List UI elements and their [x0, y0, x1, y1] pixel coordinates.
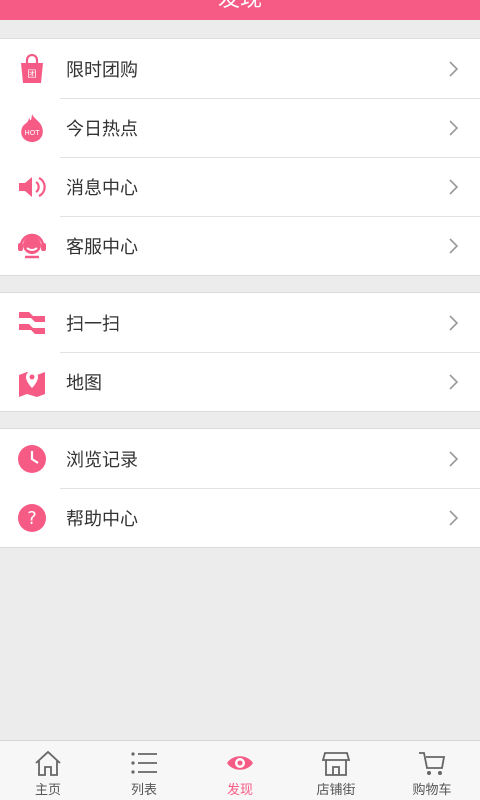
chevron-right-icon — [446, 314, 462, 331]
svg-text:?: ? — [27, 508, 37, 529]
menu-group-2: 扫一扫 地图 — [0, 292, 480, 412]
menu-item-label: 地图 — [66, 372, 102, 394]
bottom-tab-bar: 主页 列表 发现 店铺街 购物车 — [0, 740, 480, 800]
menu-item-group-buy[interactable]: 团 限时团购 — [0, 39, 480, 98]
menu-item-label: 限时团购 — [66, 59, 138, 81]
menu-item-history[interactable]: 浏览记录 — [0, 429, 480, 488]
tab-label: 列表 — [130, 783, 157, 798]
page-title: 发现 — [0, 0, 480, 14]
chevron-right-icon — [446, 60, 462, 77]
menu-group-3: 浏览记录 ? 帮助中心 — [0, 428, 480, 548]
tab-discover[interactable]: 发现 — [192, 741, 288, 800]
tab-cart[interactable]: 购物车 — [384, 741, 480, 800]
menu-item-label: 扫一扫 — [66, 313, 120, 335]
eye-icon — [227, 756, 253, 770]
chevron-right-icon — [446, 178, 462, 195]
chevron-right-icon — [446, 237, 462, 254]
menu-item-label: 今日热点 — [66, 118, 138, 140]
hot-flame-icon: HOT — [17, 113, 47, 143]
menu-item-messages[interactable]: 消息中心 — [0, 157, 480, 216]
tab-label: 主页 — [34, 783, 61, 798]
shopping-bag-icon: 团 — [17, 54, 47, 84]
tab-label: 发现 — [226, 783, 253, 798]
app-header: 发现 — [0, 0, 480, 20]
menu-item-label: 客服中心 — [66, 236, 138, 258]
tab-list[interactable]: 列表 — [96, 741, 192, 800]
chevron-right-icon — [446, 450, 462, 467]
tab-store-street[interactable]: 店铺街 — [288, 741, 384, 800]
home-icon — [35, 750, 61, 776]
scan-icon — [17, 308, 47, 338]
menu-item-scan[interactable]: 扫一扫 — [0, 293, 480, 352]
speaker-icon — [17, 172, 47, 202]
menu-item-label: 浏览记录 — [66, 449, 138, 471]
list-icon — [131, 752, 157, 774]
store-icon — [321, 752, 351, 776]
clock-icon — [17, 444, 47, 474]
menu-item-hot-today[interactable]: HOT 今日热点 — [0, 98, 480, 157]
svg-text:团: 团 — [27, 69, 36, 80]
tab-label: 店铺街 — [316, 783, 356, 798]
menu-group-1: 团 限时团购 HOT 今日热点 消息中心 客服中心 — [0, 38, 480, 276]
tab-home[interactable]: 主页 — [0, 741, 96, 800]
map-pin-icon — [17, 367, 47, 397]
menu-item-map[interactable]: 地图 — [0, 352, 480, 411]
chevron-right-icon — [446, 373, 462, 390]
tab-label: 购物车 — [412, 783, 452, 798]
menu-item-help[interactable]: ? 帮助中心 — [0, 488, 480, 547]
cart-icon — [419, 752, 446, 775]
menu-item-customer-service[interactable]: 客服中心 — [0, 216, 480, 275]
menu-item-label: 帮助中心 — [66, 508, 138, 530]
chevron-right-icon — [446, 509, 462, 526]
svg-text:HOT: HOT — [24, 129, 40, 137]
menu-item-label: 消息中心 — [66, 177, 138, 199]
chevron-right-icon — [446, 119, 462, 136]
question-icon: ? — [17, 503, 47, 533]
headset-icon — [17, 231, 47, 261]
